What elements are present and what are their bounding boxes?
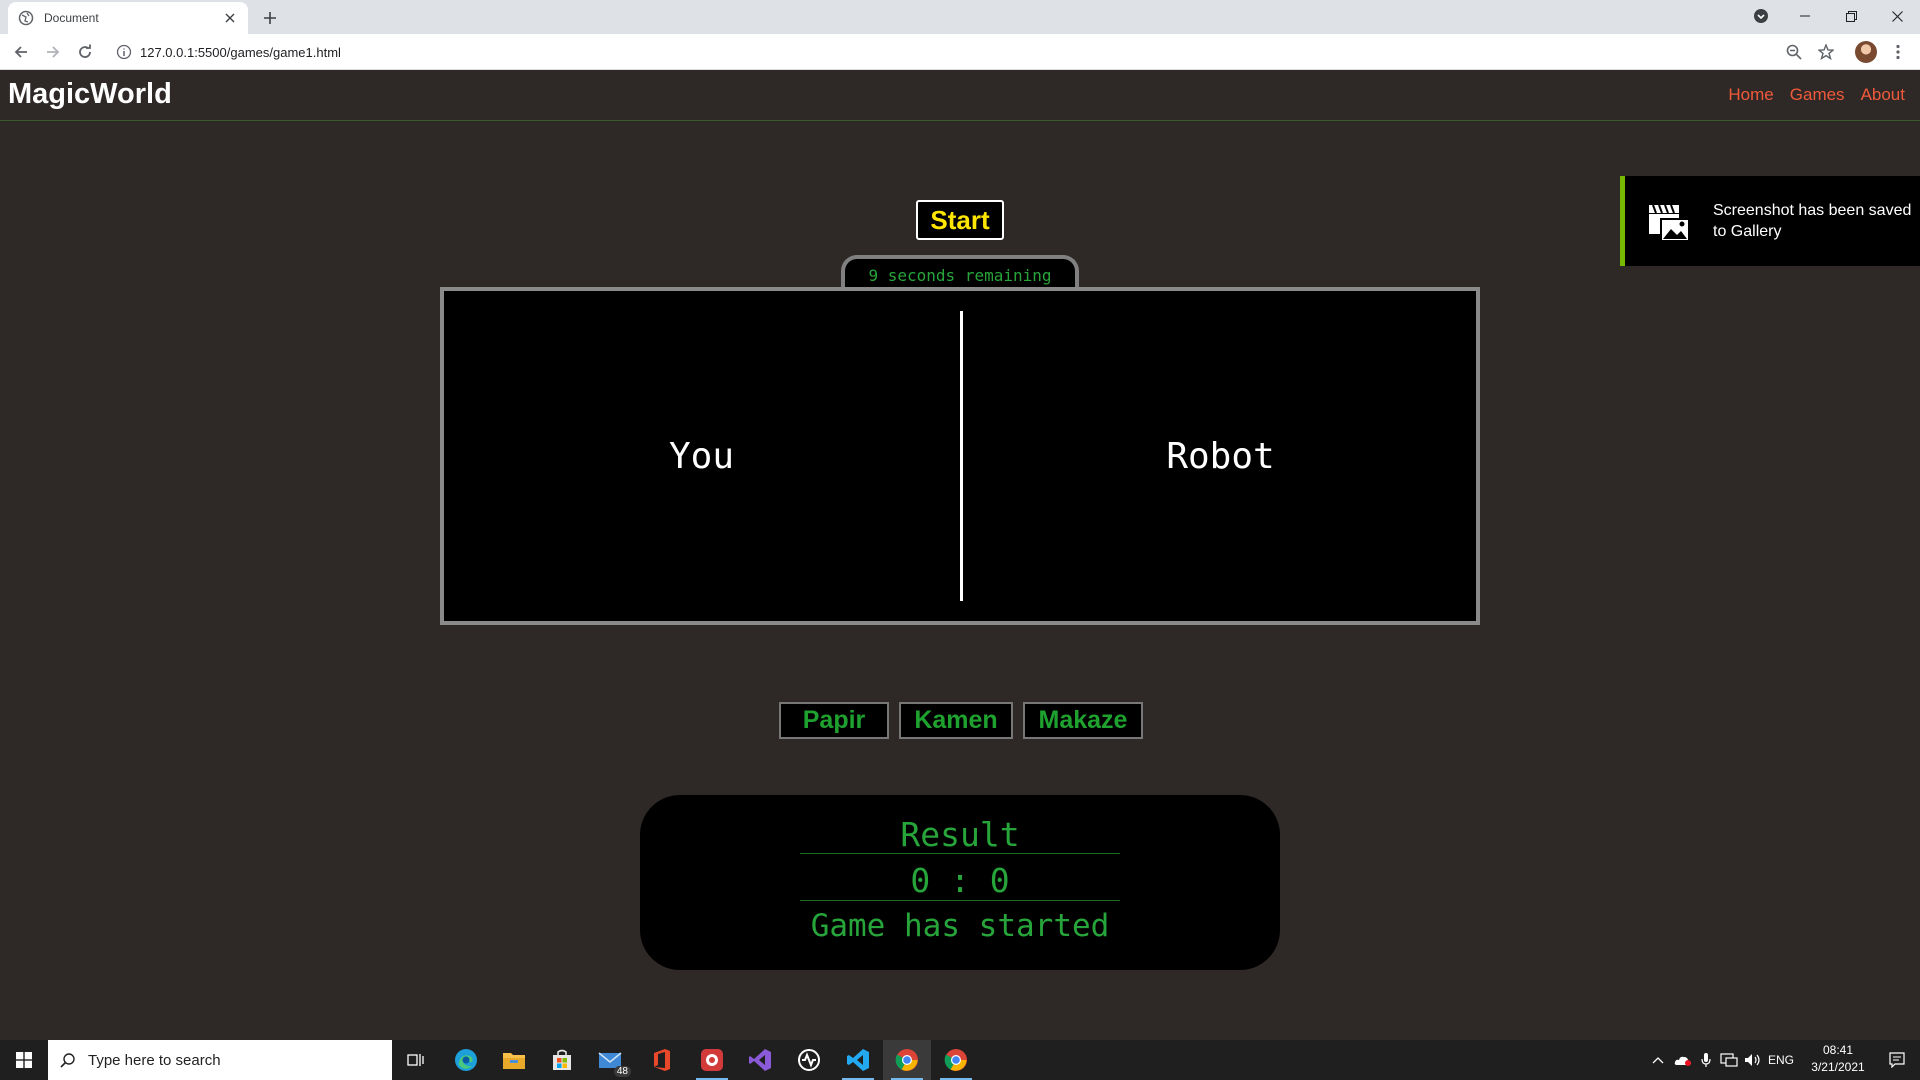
edge-browser-icon[interactable] xyxy=(442,1040,490,1080)
choice-makaze-button[interactable]: Makaze xyxy=(1023,702,1143,739)
page-content: MagicWorld Home Games About Start 9 seco… xyxy=(0,71,1920,1039)
new-tab-button[interactable] xyxy=(258,6,282,30)
menu-dots-icon[interactable] xyxy=(1886,40,1910,64)
profile-avatar[interactable] xyxy=(1854,40,1878,64)
microsoft-store-icon[interactable] xyxy=(538,1040,586,1080)
browser-tabbar: Document xyxy=(0,0,1920,34)
nav-home-link[interactable]: Home xyxy=(1728,85,1773,105)
windows-taskbar: Type here to search 48 ENG 08:41 3/21/20… xyxy=(0,1040,1920,1080)
forward-arrow-icon[interactable] xyxy=(41,40,65,64)
site-nav: Home Games About xyxy=(1728,85,1905,105)
site-logo[interactable]: MagicWorld xyxy=(8,78,172,111)
screenshot-toast[interactable]: Screenshot has been saved to Gallery xyxy=(1620,176,1920,266)
timer-tab: 9 seconds remaining xyxy=(841,255,1079,291)
result-score: 0 : 0 xyxy=(910,861,1010,900)
result-panel: Result 0 : 0 Game has started xyxy=(640,795,1280,970)
close-window-icon[interactable] xyxy=(1874,0,1920,32)
result-divider xyxy=(800,900,1120,901)
volume-icon[interactable] xyxy=(1742,1040,1764,1080)
task-view-icon[interactable] xyxy=(392,1040,440,1080)
nav-games-link[interactable]: Games xyxy=(1790,85,1845,105)
browser-toolbar: 127.0.0.1:5500/games/game1.html xyxy=(0,34,1920,70)
timer-text: 9 seconds remaining xyxy=(868,265,1052,285)
search-placeholder: Type here to search xyxy=(88,1051,221,1069)
choice-kamen-button[interactable]: Kamen xyxy=(899,702,1013,739)
result-title: Result xyxy=(900,815,1020,854)
site-header: MagicWorld Home Games About xyxy=(0,71,1920,121)
close-tab-icon[interactable] xyxy=(222,10,238,26)
toast-message: Screenshot has been saved to Gallery xyxy=(1713,202,1912,240)
reload-icon[interactable] xyxy=(73,40,97,64)
site-info-icon[interactable] xyxy=(116,44,132,60)
office-icon[interactable] xyxy=(638,1040,686,1080)
language-indicator[interactable]: ENG xyxy=(1768,1040,1794,1080)
microphone-icon[interactable] xyxy=(1696,1040,1716,1080)
git-client-icon[interactable] xyxy=(688,1040,736,1080)
search-icon xyxy=(60,1053,75,1068)
mail-badge: 48 xyxy=(613,1066,631,1077)
mail-icon[interactable]: 48 xyxy=(586,1040,634,1080)
game-arena: You Robot xyxy=(440,287,1480,625)
chrome-second-window-icon[interactable] xyxy=(932,1040,980,1080)
result-divider xyxy=(800,853,1120,854)
url-text: 127.0.0.1:5500/games/game1.html xyxy=(140,44,341,60)
vscode-icon[interactable] xyxy=(834,1040,882,1080)
onedrive-icon[interactable] xyxy=(1672,1040,1694,1080)
minimize-icon[interactable] xyxy=(1782,0,1828,32)
clock-date: 3/21/2021 xyxy=(1811,1060,1865,1074)
opponent-label: Robot xyxy=(1166,435,1275,477)
network-icon[interactable] xyxy=(1718,1040,1740,1080)
tab-search-icon[interactable] xyxy=(1738,0,1784,32)
unity-hub-icon[interactable] xyxy=(785,1040,833,1080)
choice-buttons: Papir Kamen Makaze xyxy=(779,702,1143,739)
taskbar-search-box[interactable]: Type here to search xyxy=(48,1040,392,1080)
show-hidden-icons-chevron-icon[interactable] xyxy=(1648,1040,1668,1080)
chrome-icon[interactable] xyxy=(883,1040,931,1080)
zoom-icon[interactable] xyxy=(1782,40,1806,64)
clock-time: 08:41 xyxy=(1822,1043,1854,1057)
start-button[interactable]: Start xyxy=(916,200,1004,240)
restore-icon[interactable] xyxy=(1828,0,1874,32)
choice-papir-button[interactable]: Papir xyxy=(779,702,889,739)
back-arrow-icon[interactable] xyxy=(9,40,33,64)
windows-start-icon[interactable] xyxy=(0,1040,48,1080)
visual-studio-icon[interactable] xyxy=(736,1040,784,1080)
notification-center-icon[interactable] xyxy=(1880,1040,1914,1080)
player-label: You xyxy=(668,435,735,477)
browser-tab[interactable]: Document xyxy=(8,2,248,34)
globe-icon xyxy=(18,10,34,26)
address-bar[interactable]: 127.0.0.1:5500/games/game1.html xyxy=(108,38,1772,66)
tab-title: Document xyxy=(44,11,99,25)
nav-about-link[interactable]: About xyxy=(1861,85,1905,105)
system-clock[interactable]: 08:41 3/21/2021 xyxy=(1796,1042,1880,1076)
clapperboard-gallery-icon xyxy=(1649,204,1690,242)
bookmark-star-icon[interactable] xyxy=(1814,40,1838,64)
file-explorer-icon[interactable] xyxy=(490,1040,538,1080)
result-status: Game has started xyxy=(810,908,1110,944)
